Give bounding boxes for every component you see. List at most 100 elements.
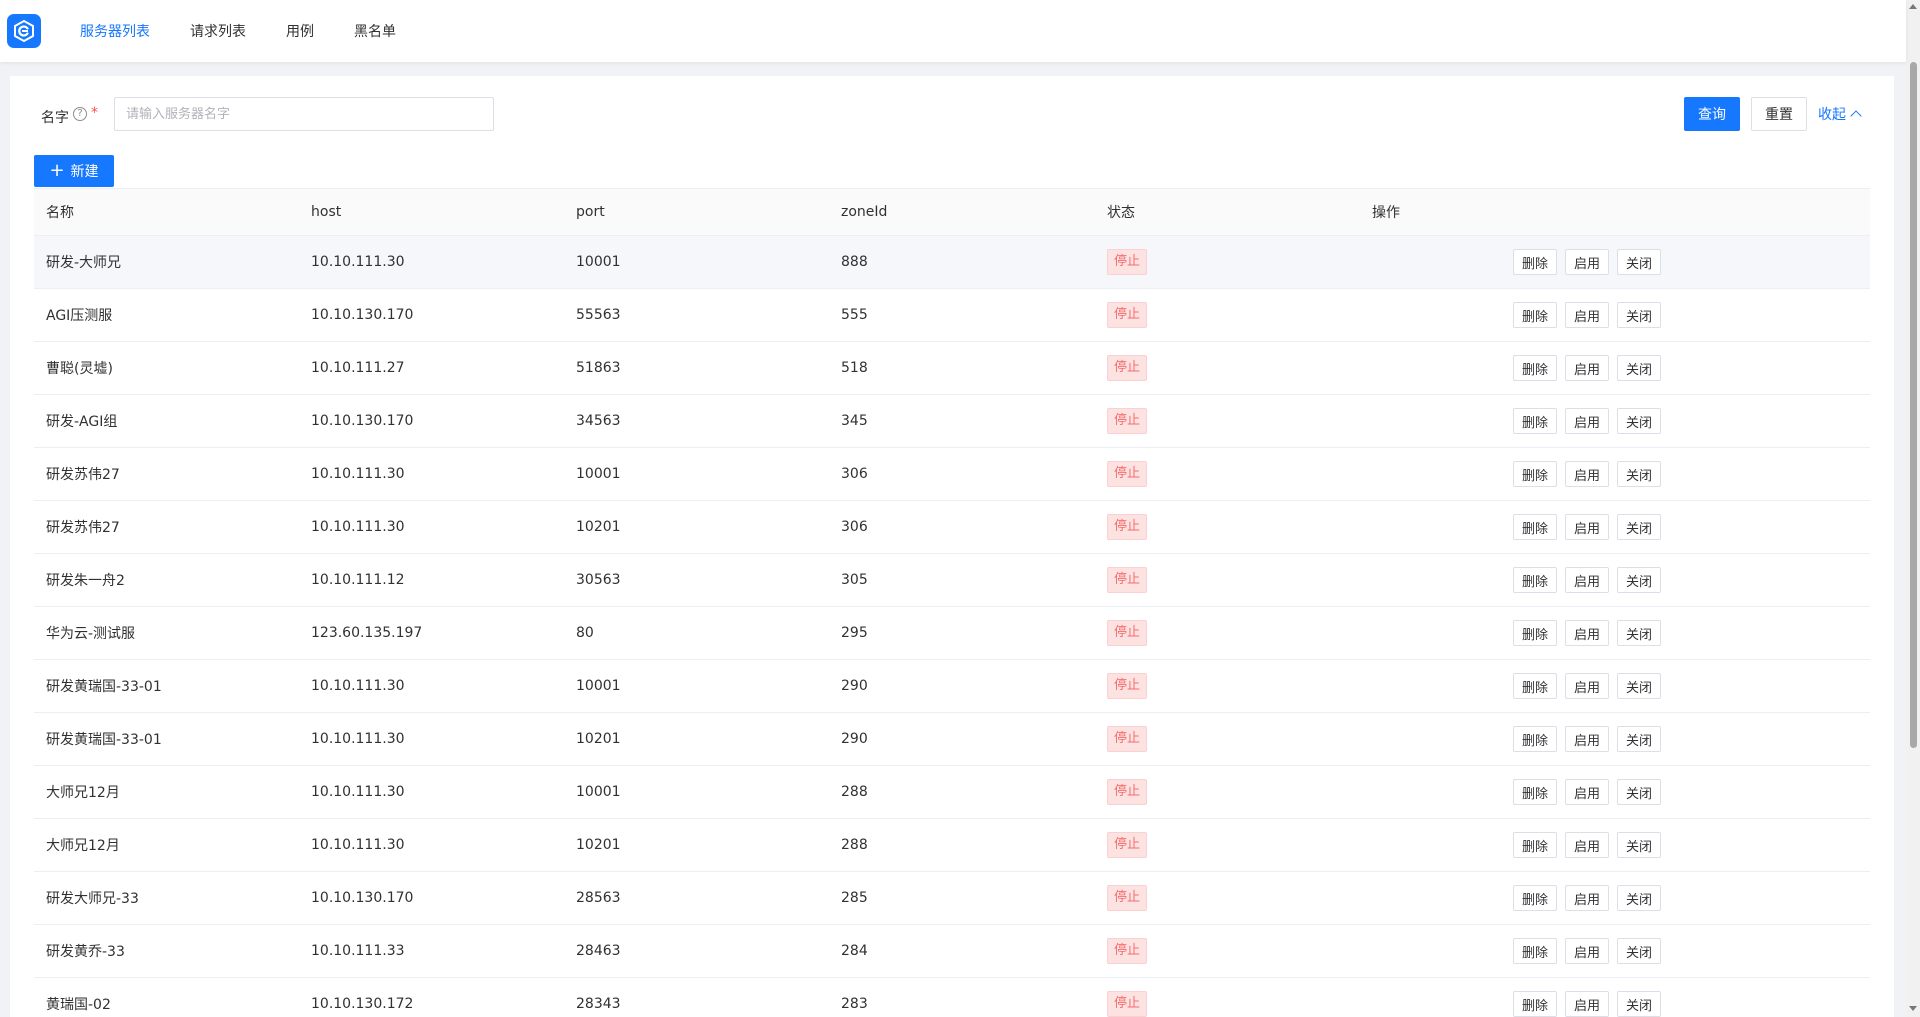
query-button[interactable]: 查询 [1684,97,1740,131]
nav-item-request-list[interactable]: 请求列表 [170,0,266,62]
nav-item-server-list[interactable]: 服务器列表 [60,0,170,62]
column-header-host: host [311,204,342,220]
cell-zoneid: 306 [841,466,868,482]
top-header: 服务器列表 请求列表 用例 黑名单 [0,0,1906,62]
server-name-input[interactable] [114,97,494,131]
delete-button[interactable]: 删除 [1513,885,1558,911]
close-button[interactable]: 关闭 [1617,779,1662,805]
cell-name: 大师兄12月 [46,785,120,801]
close-button[interactable]: 关闭 [1617,832,1662,858]
close-button[interactable]: 关闭 [1617,408,1662,434]
cell-name: 曹聪(灵墟) [46,361,113,377]
status-badge: 停止 [1107,779,1148,805]
delete-button[interactable]: 删除 [1513,355,1558,381]
reset-button[interactable]: 重置 [1751,97,1807,131]
close-button[interactable]: 关闭 [1617,673,1662,699]
close-button[interactable]: 关闭 [1617,355,1662,381]
cell-actions: 删除 启用 关闭 [1360,236,1870,288]
name-label-text: 名字 [41,110,69,126]
table-header: 名称 host port zoneId 状态 操作 [34,189,1870,236]
cell-name: AGI压测服 [46,308,113,324]
table-row: 大师兄12月 10.10.111.30 10201 288 停止 删除 启用 关闭 [34,819,1870,872]
cell-host: 10.10.130.170 [311,413,414,429]
question-circle-icon[interactable]: ? [73,107,87,121]
close-button[interactable]: 关闭 [1617,567,1662,593]
enable-button[interactable]: 启用 [1565,567,1610,593]
collapse-toggle[interactable]: 收起 [1818,97,1862,131]
scroll-up-arrow-icon[interactable] [1909,4,1917,9]
scroll-down-arrow-icon[interactable] [1909,1006,1917,1011]
cell-name: 研发黄乔-33 [46,944,125,960]
delete-button[interactable]: 删除 [1513,514,1558,540]
table-row: 研发-AGI组 10.10.130.170 34563 345 停止 删除 启用 关闭 [34,395,1870,448]
cell-name: 大师兄12月 [46,838,120,854]
enable-button[interactable]: 启用 [1565,249,1610,275]
nav-item-test-cases[interactable]: 用例 [266,0,334,62]
cell-zoneid: 295 [841,625,868,641]
enable-button[interactable]: 启用 [1565,461,1610,487]
cell-status: 停止 [1095,819,1360,871]
cell-zoneid: 283 [841,996,868,1012]
delete-button[interactable]: 删除 [1513,938,1558,964]
cell-name: 研发-大师兄 [46,255,122,271]
close-button[interactable]: 关闭 [1617,249,1662,275]
enable-button[interactable]: 启用 [1565,355,1610,381]
delete-button[interactable]: 删除 [1513,249,1558,275]
close-button[interactable]: 关闭 [1617,885,1662,911]
close-button[interactable]: 关闭 [1617,938,1662,964]
table-body: 研发-大师兄 10.10.111.30 10001 888 停止 删除 启用 关闭 AGI压测服… [34,236,1870,1017]
cell-name: 研发苏伟27 [46,467,120,483]
cell-port: 10201 [576,837,621,853]
close-button[interactable]: 关闭 [1617,620,1662,646]
close-button[interactable]: 关闭 [1617,461,1662,487]
delete-button[interactable]: 删除 [1513,726,1558,752]
enable-button[interactable]: 启用 [1565,673,1610,699]
close-button[interactable]: 关闭 [1617,514,1662,540]
status-badge: 停止 [1107,885,1148,911]
enable-button[interactable]: 启用 [1565,620,1610,646]
delete-button[interactable]: 删除 [1513,832,1558,858]
cell-port: 34563 [576,413,621,429]
new-button[interactable]: + 新建 [34,155,114,187]
row-actions: 删除 启用 关闭 [1513,938,1669,964]
enable-button[interactable]: 启用 [1565,726,1610,752]
delete-button[interactable]: 删除 [1513,302,1558,328]
row-actions: 删除 启用 关闭 [1513,514,1669,540]
cell-actions: 删除 启用 关闭 [1360,766,1870,818]
enable-button[interactable]: 启用 [1565,832,1610,858]
column-header-name: 名称 [46,205,74,221]
close-button[interactable]: 关闭 [1617,991,1662,1017]
enable-button[interactable]: 启用 [1565,885,1610,911]
cell-name: 研发黄瑞国-33-01 [46,679,162,695]
enable-button[interactable]: 启用 [1565,514,1610,540]
nav-item-blacklist[interactable]: 黑名单 [334,0,416,62]
delete-button[interactable]: 删除 [1513,673,1558,699]
status-badge: 停止 [1107,461,1148,487]
column-header-status: 状态 [1107,205,1135,221]
enable-button[interactable]: 启用 [1565,991,1610,1017]
delete-button[interactable]: 删除 [1513,461,1558,487]
delete-button[interactable]: 删除 [1513,408,1558,434]
enable-button[interactable]: 启用 [1565,938,1610,964]
row-actions: 删除 启用 关闭 [1513,408,1669,434]
delete-button[interactable]: 删除 [1513,567,1558,593]
delete-button[interactable]: 删除 [1513,991,1558,1017]
close-button[interactable]: 关闭 [1617,302,1662,328]
cell-host: 10.10.111.30 [311,784,405,800]
enable-button[interactable]: 启用 [1565,302,1610,328]
scrollbar-thumb[interactable] [1910,62,1917,748]
cell-host: 10.10.130.172 [311,996,414,1012]
cell-host: 10.10.111.12 [311,572,405,588]
cell-zoneid: 290 [841,678,868,694]
enable-button[interactable]: 启用 [1565,408,1610,434]
delete-button[interactable]: 删除 [1513,779,1558,805]
status-badge: 停止 [1107,938,1148,964]
cell-status: 停止 [1095,713,1360,765]
app-logo-icon[interactable] [7,14,41,48]
delete-button[interactable]: 删除 [1513,620,1558,646]
enable-button[interactable]: 启用 [1565,779,1610,805]
close-button[interactable]: 关闭 [1617,726,1662,752]
cell-status: 停止 [1095,501,1360,553]
status-badge: 停止 [1107,302,1148,328]
row-actions: 删除 启用 关闭 [1513,620,1669,646]
